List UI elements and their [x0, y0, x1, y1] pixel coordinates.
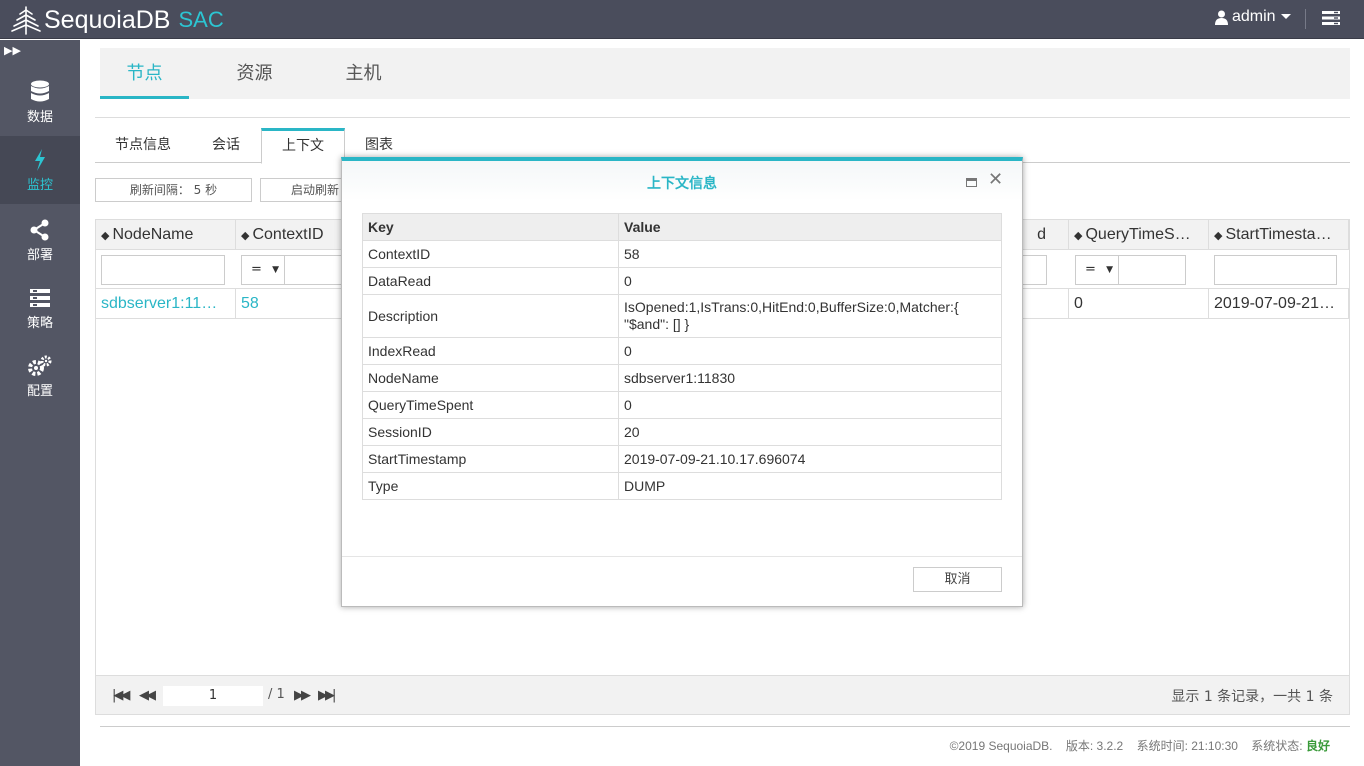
strategy-icon — [30, 289, 50, 307]
divider — [100, 726, 1350, 727]
table-row: Description IsOpened:1,IsTrans:0,HitEnd:0… — [362, 294, 1002, 338]
database-icon — [31, 80, 49, 102]
share-icon — [30, 219, 49, 241]
refresh-interval-button[interactable]: 刷新间隔： 5 秒 — [95, 178, 252, 202]
sort-icon: ◆ — [1074, 230, 1083, 242]
sidebar-item-label: 配置 — [26, 384, 53, 399]
sort-icon: ◆ — [241, 230, 250, 242]
last-page-icon[interactable]: ▶▶| — [318, 688, 336, 703]
tab-context[interactable]: 上下文 — [261, 128, 345, 164]
system-time: 系统时间: 21:10:30 — [1136, 739, 1238, 753]
tab-sessions[interactable]: 会话 — [191, 128, 261, 163]
first-page-icon[interactable]: |◀◀ — [112, 688, 130, 703]
caret-down-icon — [1280, 14, 1291, 19]
sidebar-item-deploy[interactable]: 部署 — [0, 204, 80, 272]
column-header-nodename[interactable]: ◆ NodeName — [96, 220, 236, 250]
status-badge: 良好 — [1305, 739, 1330, 753]
table-row: SessionID 20 — [362, 418, 1002, 446]
context-info-dialog: 上下文信息 ✕ Key Value ContextID 58 DataRead 0 … — [341, 157, 1023, 607]
table-row: NodeName sdbserver1:11830 — [362, 364, 1002, 392]
querytime-filter-input[interactable] — [1118, 255, 1186, 285]
key-header: Key — [362, 213, 619, 241]
tab-resources[interactable]: 资源 — [210, 48, 299, 99]
cell-nodename[interactable]: sdbserver1:11… — [96, 289, 236, 319]
brand-name: SequoiaDB — [44, 5, 171, 34]
maximize-icon[interactable] — [966, 178, 977, 187]
column-header-querytimespent[interactable]: ◆ QueryTimeS… — [1069, 220, 1209, 250]
tree-logo-icon — [11, 6, 41, 35]
column-header-contextid[interactable]: ◆ ContextID — [236, 220, 346, 250]
page-total: / 1 — [268, 687, 285, 702]
nodename-filter-input[interactable] — [101, 255, 225, 285]
table-row: QueryTimeSpent 0 — [362, 391, 1002, 419]
filter-input[interactable] — [1021, 255, 1047, 285]
product-name: SAC — [178, 7, 224, 32]
cell-contextid[interactable]: 58 — [236, 289, 346, 319]
sidebar: ▶▶ 数据 监控 部署 策略 配置 — [0, 40, 80, 766]
key-value-table: Key Value ContextID 58 DataRead 0 Descript… — [362, 213, 1002, 500]
main-tabs: 节点 资源 主机 — [100, 48, 1350, 99]
user-name: admin — [1232, 8, 1276, 25]
dialog-header: 上下文信息 ✕ — [342, 161, 1022, 201]
copyright: ©2019 SequoiaDB. — [949, 739, 1053, 753]
menu-icon[interactable] — [1322, 10, 1340, 26]
close-icon[interactable]: ✕ — [988, 171, 1003, 189]
sidebar-item-label: 监控 — [26, 178, 53, 193]
tab-node-info[interactable]: 节点信息 — [95, 128, 191, 163]
contextid-filter-input[interactable] — [284, 255, 344, 285]
cell-starttimestamp: 2019-07-09-21… — [1209, 289, 1349, 319]
user-menu[interactable]: admin — [1215, 8, 1296, 26]
table-row: DataRead 0 — [362, 267, 1002, 295]
page-number-input[interactable]: 1 — [163, 686, 263, 706]
table-row: Type DUMP — [362, 472, 1002, 500]
divider — [342, 556, 1022, 557]
table-row: StartTimestamp 2019-07-09-21.10.17.696074 — [362, 445, 1002, 473]
user-icon — [1215, 10, 1228, 25]
divider — [1305, 9, 1306, 29]
next-page-icon[interactable]: ▶▶ — [294, 688, 311, 703]
divider — [95, 117, 1350, 118]
sidebar-item-config[interactable]: 配置 — [0, 340, 80, 408]
caret-down-icon: ▼ — [272, 265, 279, 275]
value-header: Value — [618, 213, 1002, 241]
record-count: 显示 1 条记录，一共 1 条 — [1171, 689, 1333, 705]
dialog-title: 上下文信息 — [647, 176, 717, 192]
cancel-button[interactable]: 取消 — [913, 567, 1002, 592]
sidebar-item-label: 策略 — [26, 316, 53, 331]
sidebar-item-monitor[interactable]: 监控 — [0, 136, 80, 204]
querytime-operator-select[interactable]: = ▼ — [1075, 255, 1119, 285]
contextid-operator-select[interactable]: = ▼ — [241, 255, 285, 285]
sort-icon: ◆ — [1214, 230, 1223, 242]
logo[interactable]: SequoiaDB SAC — [10, 4, 224, 36]
tab-nodes[interactable]: 节点 — [100, 48, 189, 99]
column-header-starttimestamp[interactable]: ◆ StartTimesta… — [1209, 220, 1349, 250]
version: 版本: 3.2.2 — [1065, 739, 1124, 753]
status-label: 系统状态: — [1251, 739, 1303, 753]
sidebar-item-label: 数据 — [26, 110, 53, 125]
tab-hosts[interactable]: 主机 — [319, 48, 408, 99]
caret-down-icon: ▼ — [1106, 265, 1113, 275]
expand-sidebar-icon[interactable]: ▶▶ — [4, 44, 21, 57]
table-row: ContextID 58 — [362, 240, 1002, 268]
top-bar: SequoiaDB SAC admin — [0, 0, 1364, 39]
sidebar-item-data[interactable]: 数据 — [0, 68, 80, 136]
gears-icon — [28, 355, 52, 376]
pagination: |◀◀ ◀◀ 1 / 1 ▶▶ ▶▶| 显示 1 条记录，一共 1 条 — [96, 675, 1349, 714]
sidebar-item-label: 部署 — [26, 248, 53, 263]
table-row: IndexRead 0 — [362, 337, 1002, 365]
sort-icon: ◆ — [101, 230, 110, 242]
footer: ©2019 SequoiaDB. 版本: 3.2.2 系统时间: 21:10:3… — [950, 737, 1330, 754]
prev-page-icon[interactable]: ◀◀ — [139, 688, 156, 703]
starttimestamp-filter-input[interactable] — [1214, 255, 1337, 285]
cell-querytimespent: 0 — [1069, 289, 1209, 319]
sidebar-item-strategy[interactable]: 策略 — [0, 272, 80, 340]
lightning-icon — [35, 149, 45, 171]
